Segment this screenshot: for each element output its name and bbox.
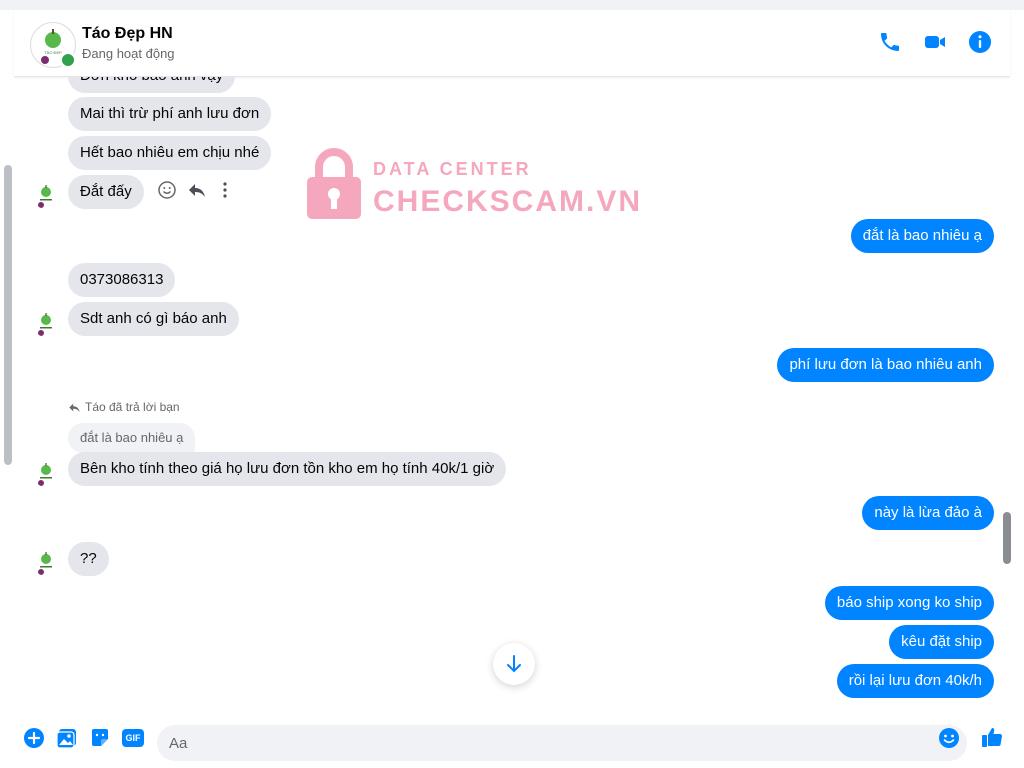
message-outgoing[interactable]: rồi lại lưu đơn 40k/h — [836, 664, 994, 698]
gif-label: GIF — [122, 729, 144, 747]
message-incoming[interactable]: Hết bao nhiêu em chịu nhé — [68, 136, 272, 170]
message-outgoing[interactable]: phí lưu đơn là bao nhiêu anh — [777, 348, 994, 382]
message-incoming[interactable]: Mai thì trừ phí anh lưu đơn — [68, 97, 272, 131]
add-icon[interactable] — [23, 727, 45, 749]
video-call-icon[interactable] — [923, 30, 947, 54]
scrollbar-thumb[interactable] — [1003, 512, 1011, 564]
quoted-message[interactable]: đắt là bao nhiêu ạ — [68, 423, 196, 453]
more-icon[interactable] — [215, 180, 235, 200]
message-incoming[interactable]: 0373086313 — [68, 263, 176, 297]
reply-indicator-icon — [69, 403, 80, 413]
scroll-to-bottom-button[interactable] — [493, 643, 535, 685]
sticker-icon[interactable] — [89, 727, 111, 749]
message-incoming[interactable]: ?? — [68, 542, 109, 576]
avatar — [32, 459, 60, 487]
message-outgoing[interactable]: kêu đặt ship — [889, 625, 994, 659]
avatar — [32, 309, 60, 337]
contact-name[interactable]: Táo Đẹp HN — [82, 25, 173, 43]
message-list[interactable]: Đơn kho bảo anh vậy Mai thì trừ phí anh … — [14, 77, 1010, 707]
avatar — [32, 181, 60, 209]
react-icon[interactable] — [157, 180, 177, 200]
phone-icon[interactable] — [878, 30, 902, 54]
message-incoming[interactable]: Sdt anh có gì báo anh — [68, 302, 239, 336]
arrow-down-icon — [507, 655, 521, 673]
message-outgoing[interactable]: đắt là bao nhiêu ạ — [850, 219, 994, 253]
composer: GIF — [0, 708, 1024, 768]
contact-status: Đang hoạt động — [82, 46, 175, 61]
online-indicator — [60, 52, 76, 68]
reply-icon[interactable] — [187, 180, 207, 200]
top-strip — [0, 0, 1024, 10]
message-outgoing[interactable]: này là lừa đảo à — [862, 496, 994, 530]
chat-header: TÁO ĐẸP Táo Đẹp HN Đang hoạt động — [14, 10, 1010, 77]
gif-icon[interactable]: GIF — [122, 727, 144, 749]
emoji-icon[interactable] — [938, 727, 960, 749]
svg-text:TÁO ĐẸP: TÁO ĐẸP — [44, 50, 62, 55]
info-icon[interactable] — [968, 30, 992, 54]
reply-note: Táo đã trả lời bạn — [85, 400, 180, 414]
like-icon[interactable] — [980, 725, 1004, 749]
message-input[interactable] — [157, 725, 967, 761]
message-incoming[interactable]: Đơn kho bảo anh vậy — [68, 77, 236, 93]
scrollbar[interactable] — [4, 165, 12, 465]
message-incoming[interactable]: Đắt đấy — [68, 175, 144, 209]
message-outgoing[interactable]: báo ship xong ko ship — [824, 586, 994, 620]
message-incoming[interactable]: Bên kho tính theo giá họ lưu đơn tồn kho… — [68, 452, 507, 486]
avatar — [32, 548, 60, 576]
image-icon[interactable] — [56, 727, 78, 749]
